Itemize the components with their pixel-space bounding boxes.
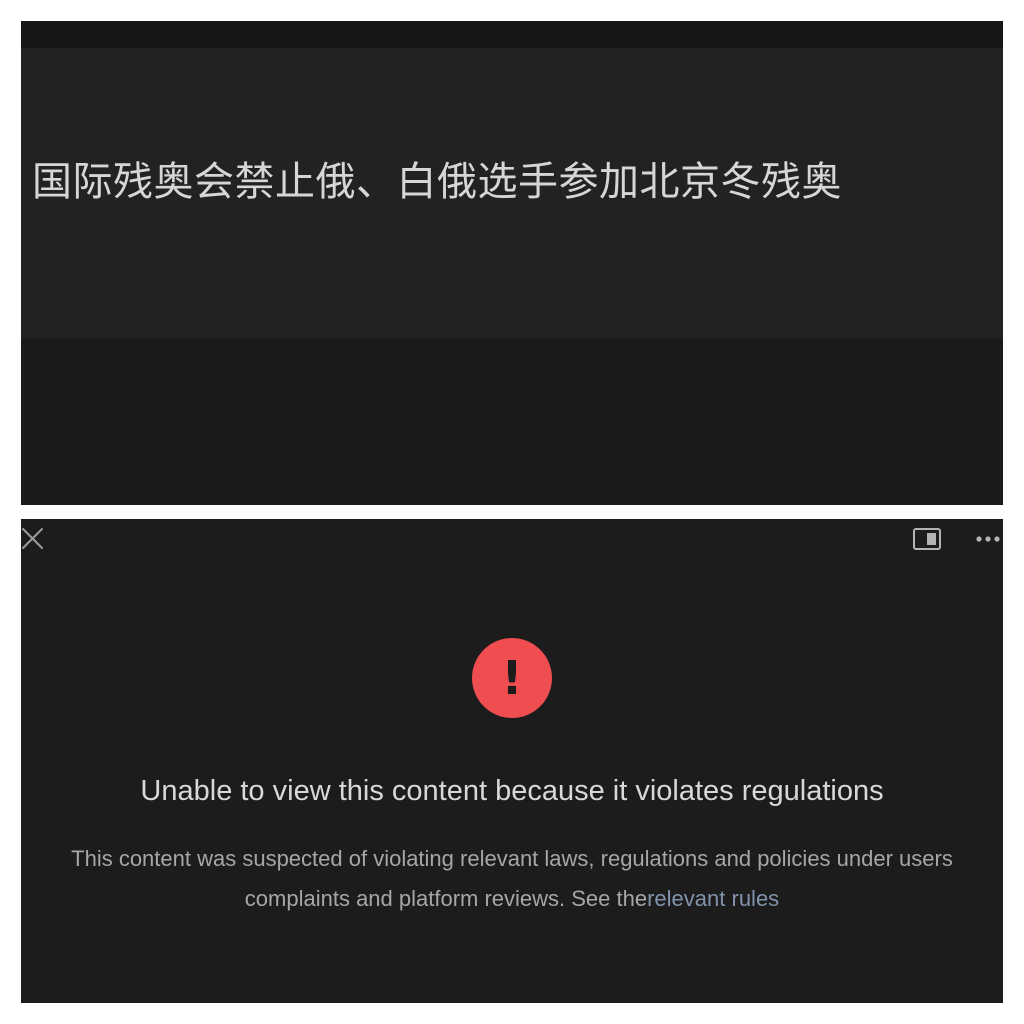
error-message-text: This content was suspected of violating … — [71, 846, 953, 911]
close-button[interactable] — [21, 527, 45, 551]
split-view-icon — [913, 528, 941, 550]
split-view-button[interactable] — [912, 527, 942, 551]
error-message: This content was suspected of violating … — [41, 839, 983, 919]
screenshot-collage: 国际残奥会禁止俄、白俄选手参加北京冬残奥 ! Unable to view th… — [0, 0, 1024, 1024]
relevant-rules-link[interactable]: relevant rules — [647, 886, 779, 911]
blocked-content-panel: ! Unable to view this content because it… — [21, 519, 1003, 1003]
close-icon — [22, 528, 43, 549]
top-bar — [21, 21, 1003, 48]
article-header-panel: 国际残奥会禁止俄、白俄选手参加北京冬残奥 — [21, 21, 1003, 505]
more-options-icon — [976, 536, 1000, 542]
more-options-button[interactable] — [975, 529, 1003, 549]
article-headline: 国际残奥会禁止俄、白俄选手参加北京冬残奥 — [32, 159, 842, 205]
error-title: Unable to view this content because it v… — [140, 775, 884, 807]
exclamation-icon: ! — [472, 638, 552, 718]
alert-glyph: ! — [502, 651, 523, 705]
